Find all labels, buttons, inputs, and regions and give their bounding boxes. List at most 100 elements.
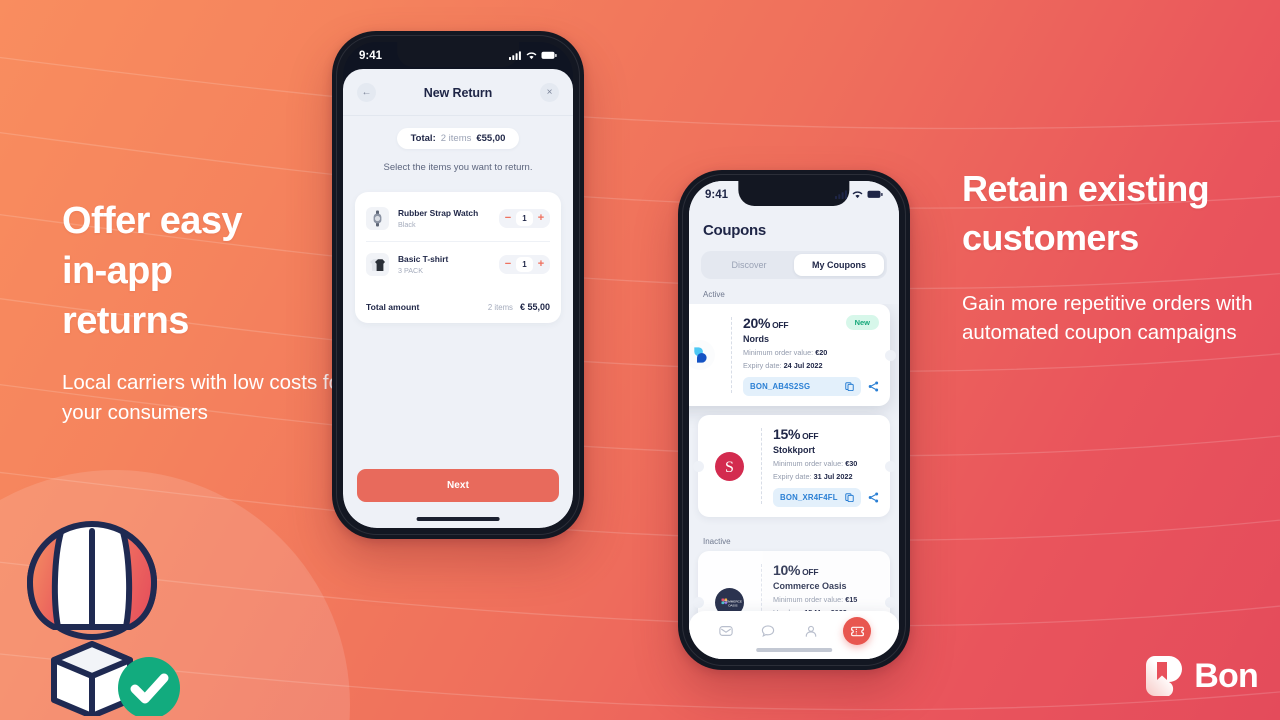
total-amount-values: 2 items € 55,00 [488,302,550,312]
brand-name: Nords [743,334,770,344]
quantity-value: 1 [516,211,533,226]
right-headline: Retain existing customers [962,164,1272,263]
status-time: 9:41 [705,188,729,201]
next-button[interactable]: Next [357,469,559,502]
minimum-label: Minimum order value: [773,595,844,604]
brand-name: Commerce Oasis [773,581,847,591]
battery-icon [541,51,557,59]
total-amount-row: Total amount 2 items € 55,00 [366,289,550,312]
share-icon[interactable] [868,381,879,392]
list-item[interactable]: Basic T-shirt 3 PACK − 1 + [366,241,550,287]
card-notch-right [884,460,896,472]
increment-button[interactable]: + [534,211,548,226]
right-copy-block: Retain existing customers Gain more repe… [962,164,1272,348]
home-indicator [416,516,500,521]
status-time: 9:41 [359,49,383,62]
left-headline-line-1: Offer easy [62,200,242,242]
minimum-order-value: Minimum order value: €15 [773,595,879,604]
section-label-inactive: Inactive [703,537,731,546]
total-summary-pill: Total: 2 items €55,00 [396,128,520,149]
expiry-label: Expiry date: [773,472,812,481]
total-amount-value: €55,00 [476,133,506,144]
brand-wordmark: Bon [1194,656,1258,695]
expiry-info: Expiry date: 24 Jul 2022 [743,361,879,370]
return-app-body: ← New Return × Total: 2 items €55,00 Sel… [343,69,573,528]
increment-button[interactable]: + [534,257,548,272]
svg-text:OASIS: OASIS [728,603,737,607]
return-items-card: Rubber Strap Watch Black − 1 + Basic T-s… [355,192,561,323]
minimum-value: €15 [845,595,858,604]
coupon-details: 20% OFF New Nords Minimum order value: €2… [732,304,890,406]
list-item[interactable]: Rubber Strap Watch Black − 1 + [366,196,550,241]
total-amount-items: 2 items [487,303,513,312]
quantity-stepper[interactable]: − 1 + [499,209,550,228]
tab-discover[interactable]: Discover [704,254,794,276]
brand-logo: Bon [1143,654,1259,698]
inbox-icon[interactable] [717,622,736,641]
minimum-value: €30 [845,459,858,468]
page-title: Coupons [703,222,766,239]
expiry-value: 24 Jul 2022 [783,361,823,370]
new-return-screen: 9:41 ← New Return × Total: 2 items €55,0… [343,42,573,528]
item-info: Basic T-shirt 3 PACK [398,254,490,276]
left-headline-line-2: in-app [62,250,173,293]
quantity-stepper[interactable]: − 1 + [499,255,550,274]
status-bar: 9:41 [343,42,573,69]
coupon-code-field[interactable]: BON_XR4F4FL [773,488,861,507]
item-name: Rubber Strap Watch [398,207,479,218]
item-variant: 3 PACK [398,266,424,276]
card-notch-right [884,349,896,361]
coupon-icon[interactable] [843,617,872,645]
back-button[interactable]: ← [357,83,376,102]
tab-my-coupons[interactable]: My Coupons [794,254,884,276]
signal-bars-icon [509,51,521,60]
expiry-value: 31 Jul 2022 [813,472,853,481]
instruction-text: Select the items you want to return. [383,162,533,173]
total-label: Total: [410,133,436,144]
copy-icon[interactable] [845,493,854,502]
coupon-code-value: BON_AB4S2SG [750,382,811,391]
expiry-info: Expiry date: 31 Jul 2022 [773,472,879,481]
coupon-code-row: BON_XR4F4FL [773,488,879,507]
decrement-button[interactable]: − [501,257,515,272]
coupon-code-row: BON_AB4S2SG [743,377,879,396]
quantity-value: 1 [516,257,533,272]
coupon-header: 15% OFF [773,426,879,442]
bon-logo-mark [1146,656,1183,696]
card-notch-left [692,596,704,608]
status-icons [835,190,883,199]
item-variant: Black [398,220,416,230]
copy-icon[interactable] [845,382,854,391]
watch-thumbnail [366,207,389,230]
section-label-active: Active [703,290,725,299]
status-badge: New [845,315,879,330]
profile-icon[interactable] [801,622,820,641]
discount-off-label: OFF [802,567,819,577]
battery-icon [867,190,883,198]
discount-percent: 10% [773,562,801,578]
left-headline-line-3: returns [62,300,189,343]
close-icon[interactable]: × [539,83,559,102]
discount-off-label: OFF [772,320,789,330]
discount-value: 20% OFF [743,315,789,331]
left-copy-block: Offer easy in-app returns Local carriers… [62,196,352,428]
right-subcopy: Gain more repetitive orders with automat… [962,291,1253,345]
chat-icon[interactable] [759,622,778,641]
coupon-list: 20% OFF New Nords Minimum order value: €2… [689,304,899,659]
expiry-label: Expiry date: [743,361,782,370]
list-item[interactable]: S 15%OFF Stokkport Minimum order value: [692,415,896,517]
decrement-button[interactable]: − [501,211,515,226]
coupon-header: 10% OFF [773,562,879,578]
nords-logo [689,340,715,370]
total-amount-label: Total amount [366,302,420,312]
share-icon[interactable] [868,492,879,503]
total-items-count: 2 items [440,133,472,144]
minimum-order-value: Minimum order value: €30 [773,459,879,468]
coupons-screen: 9:41 Coupons Discover My Coupons Active … [689,181,899,659]
home-indicator [756,647,832,652]
left-subcopy: Local carriers with low costs for your c… [62,371,347,425]
minimum-label: Minimum order value: [743,348,814,357]
discount-percent: 20% [743,315,771,331]
list-item[interactable]: 20% OFF New Nords Minimum order value: €2… [689,304,896,406]
coupon-code-field[interactable]: BON_AB4S2SG [743,377,861,396]
